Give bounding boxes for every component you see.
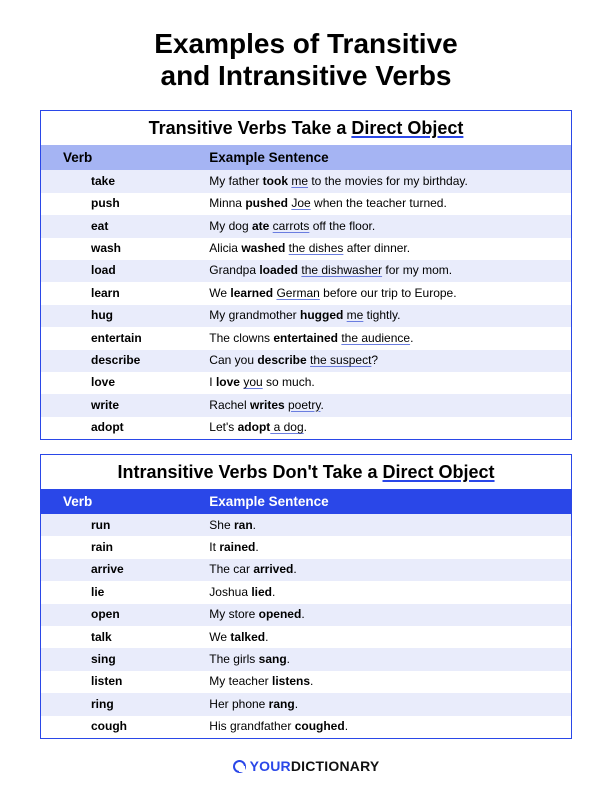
verb-cell: adopt (41, 419, 205, 436)
table-row: adoptLet's adopt a dog. (41, 417, 571, 439)
verb-cell: eat (41, 218, 205, 235)
example-cell: His grandfather coughed. (205, 718, 571, 735)
table-row: openMy store opened. (41, 604, 571, 626)
example-cell: It rained. (205, 539, 571, 556)
example-cell: The clowns entertained the audience. (205, 330, 571, 347)
transitive-table-header: Verb Example Sentence (41, 145, 571, 170)
table-row: takeMy father took me to the movies for … (41, 170, 571, 192)
example-cell: The car arrived. (205, 561, 571, 578)
verb-cell: lie (41, 584, 205, 601)
example-cell: Her phone rang. (205, 696, 571, 713)
table-row: washAlicia washed the dishes after dinne… (41, 238, 571, 260)
example-cell: Alicia washed the dishes after dinner. (205, 240, 571, 257)
transitive-heading: Transitive Verbs Take a Direct Object (41, 111, 571, 145)
verb-cell: sing (41, 651, 205, 668)
table-row: learnWe learned German before our trip t… (41, 282, 571, 304)
table-row: pushMinna pushed Joe when the teacher tu… (41, 193, 571, 215)
transitive-rows: takeMy father took me to the movies for … (41, 170, 571, 439)
table-row: talkWe talked. (41, 626, 571, 648)
table-row: describeCan you describe the suspect? (41, 350, 571, 372)
brand-ring-icon (233, 760, 246, 773)
table-row: coughHis grandfather coughed. (41, 716, 571, 738)
example-cell: My teacher listens. (205, 673, 571, 690)
verb-cell: rain (41, 539, 205, 556)
example-cell: Rachel writes poetry. (205, 397, 571, 414)
col-header-example: Example Sentence (205, 150, 571, 165)
title-line-1: Examples of Transitive (154, 28, 457, 59)
page-title: Examples of Transitive and Intransitive … (40, 28, 572, 92)
intransitive-heading: Intransitive Verbs Don't Take a Direct O… (41, 455, 571, 489)
table-row: listenMy teacher listens. (41, 671, 571, 693)
table-row: rainIt rained. (41, 536, 571, 558)
verb-cell: cough (41, 718, 205, 735)
verb-cell: hug (41, 307, 205, 324)
example-cell: Joshua lied. (205, 584, 571, 601)
verb-cell: arrive (41, 561, 205, 578)
verb-cell: wash (41, 240, 205, 257)
verb-cell: open (41, 606, 205, 623)
table-row: hugMy grandmother hugged me tightly. (41, 305, 571, 327)
verb-cell: write (41, 397, 205, 414)
verb-cell: push (41, 195, 205, 212)
table-row: loveI love you so much. (41, 372, 571, 394)
intransitive-heading-underlined: Direct Object (383, 462, 495, 482)
table-row: loadGrandpa loaded the dishwasher for my… (41, 260, 571, 282)
example-cell: Minna pushed Joe when the teacher turned… (205, 195, 571, 212)
verb-cell: describe (41, 352, 205, 369)
example-cell: My father took me to the movies for my b… (205, 173, 571, 190)
transitive-heading-underlined: Direct Object (351, 118, 463, 138)
col-header-verb: Verb (41, 494, 205, 509)
verb-cell: take (41, 173, 205, 190)
example-cell: She ran. (205, 517, 571, 534)
verb-cell: entertain (41, 330, 205, 347)
intransitive-table-header: Verb Example Sentence (41, 489, 571, 514)
table-row: writeRachel writes poetry. (41, 394, 571, 416)
example-cell: We talked. (205, 629, 571, 646)
verb-cell: learn (41, 285, 205, 302)
col-header-example: Example Sentence (205, 494, 571, 509)
col-header-verb: Verb (41, 150, 205, 165)
table-row: eatMy dog ate carrots off the floor. (41, 215, 571, 237)
table-row: runShe ran. (41, 514, 571, 536)
intransitive-rows: runShe ran.rainIt rained.arriveThe car a… (41, 514, 571, 738)
transitive-panel: Transitive Verbs Take a Direct Object Ve… (40, 110, 572, 440)
table-row: singThe girls sang. (41, 648, 571, 670)
intransitive-panel: Intransitive Verbs Don't Take a Direct O… (40, 454, 572, 739)
transitive-heading-prefix: Transitive Verbs Take a (149, 118, 352, 138)
verb-cell: listen (41, 673, 205, 690)
example-cell: The girls sang. (205, 651, 571, 668)
verb-cell: run (41, 517, 205, 534)
example-cell: Grandpa loaded the dishwasher for my mom… (205, 262, 571, 279)
example-cell: Can you describe the suspect? (205, 352, 571, 369)
verb-cell: talk (41, 629, 205, 646)
verb-cell: load (41, 262, 205, 279)
example-cell: My dog ate carrots off the floor. (205, 218, 571, 235)
verb-cell: ring (41, 696, 205, 713)
verb-cell: love (41, 374, 205, 391)
example-cell: My store opened. (205, 606, 571, 623)
title-line-2: and Intransitive Verbs (161, 60, 452, 91)
table-row: ringHer phone rang. (41, 693, 571, 715)
table-row: arriveThe car arrived. (41, 559, 571, 581)
intransitive-heading-prefix: Intransitive Verbs Don't Take a (117, 462, 382, 482)
table-row: lieJoshua lied. (41, 581, 571, 603)
brand-dictionary: DICTIONARY (291, 758, 380, 774)
brand-footer: YOURDICTIONARY (0, 758, 612, 774)
table-row: entertainThe clowns entertained the audi… (41, 327, 571, 349)
example-cell: We learned German before our trip to Eur… (205, 285, 571, 302)
brand-your: YOUR (250, 758, 291, 774)
example-cell: Let's adopt a dog. (205, 419, 571, 436)
example-cell: My grandmother hugged me tightly. (205, 307, 571, 324)
example-cell: I love you so much. (205, 374, 571, 391)
